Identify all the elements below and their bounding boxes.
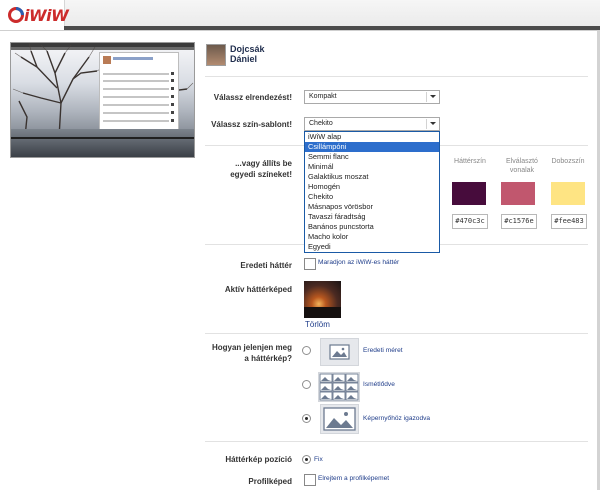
display-mode-fit-radio[interactable] — [302, 414, 311, 423]
theme-option[interactable]: Macho kolor — [305, 232, 439, 242]
delete-bg-link[interactable]: Törlöm — [305, 320, 330, 329]
theme-select-value: Chekito — [309, 120, 333, 127]
theme-select[interactable]: Chekito — [304, 117, 440, 131]
divider-color-input[interactable]: #c1576e — [501, 214, 537, 229]
color-column-label: Háttérszín — [454, 158, 486, 165]
fit-screen-icon[interactable] — [320, 404, 359, 434]
theme-option[interactable]: Egyedi — [305, 242, 439, 252]
layout-select-value: Kompakt — [309, 93, 337, 100]
active-bg-thumbnail — [304, 281, 341, 318]
active-bg-label: Aktív háttérképed — [224, 285, 292, 294]
background-color-swatch[interactable] — [452, 182, 486, 205]
background-color-input[interactable]: #470c3c — [452, 214, 488, 229]
bg-position-label: Háttérkép pozíció — [225, 455, 292, 464]
theme-preview-thumbnail — [10, 42, 195, 158]
tiled-repeat-icon[interactable] — [318, 372, 360, 402]
chevron-down-icon — [430, 95, 436, 98]
preview-water — [11, 129, 194, 157]
avatar[interactable] — [206, 44, 226, 66]
profile-pic-label: Profilképed — [248, 477, 292, 486]
chevron-down-icon — [430, 122, 436, 125]
original-size-icon[interactable] — [320, 338, 359, 366]
hide-profile-pic-label[interactable]: Elrejtem a profilképemet — [318, 474, 389, 483]
layout-label: Válassz elrendezést! — [213, 93, 292, 102]
box-color-swatch[interactable] — [551, 182, 585, 205]
theme-option-highlighted[interactable]: Csillámpóni — [305, 142, 439, 152]
bg-position-fix-label[interactable]: Fix — [314, 455, 323, 464]
top-bar-rule — [64, 26, 600, 30]
theme-option[interactable]: Minimál — [305, 162, 439, 172]
theme-option[interactable]: Tavaszi fáradtság — [305, 212, 439, 222]
hide-profile-pic-checkbox[interactable] — [304, 474, 316, 486]
box-color-input[interactable]: #fee483 — [551, 214, 587, 229]
divider-color-swatch[interactable] — [501, 182, 535, 205]
display-mode-fit-label[interactable]: Képernyőhöz igazodva — [363, 414, 430, 423]
theme-dropdown-list[interactable]: iWiW alap Csillámpóni Semmi flanc Minimá… — [304, 131, 440, 253]
iwiw-logo-icon — [8, 7, 24, 23]
logo-text: iWiW — [24, 6, 69, 25]
custom-colors-label: ...vagy állíts be egyedi színeket! — [230, 159, 292, 179]
display-mode-repeat-radio[interactable] — [302, 380, 311, 389]
preview-panel — [99, 52, 179, 132]
color-column-label: Elválasztó vonalak — [506, 158, 538, 174]
theme-option[interactable]: iWiW alap — [305, 132, 439, 142]
keep-iwiw-bg-checkbox[interactable] — [304, 258, 316, 270]
logo-tab[interactable]: iWiW — [0, 0, 69, 30]
display-mode-label: Hogyan jelenjen meg a háttérkép? — [211, 343, 292, 363]
theme-option[interactable]: Chekito — [305, 192, 439, 202]
theme-option[interactable]: Másnapos vörösbor — [305, 202, 439, 212]
original-bg-label: Eredeti háttér — [240, 261, 292, 270]
theme-option[interactable]: Banános puncstorta — [305, 222, 439, 232]
color-column-label: Dobozszín — [551, 158, 585, 165]
top-bar: iWiW — [0, 0, 600, 31]
theme-option[interactable]: Galaktikus moszat — [305, 172, 439, 182]
keep-iwiw-bg-label[interactable]: Maradjon az iWiW-es háttér — [318, 258, 399, 267]
user-name[interactable]: Dojcsák Dániel — [230, 44, 290, 64]
display-mode-original-radio[interactable] — [302, 346, 311, 355]
display-mode-repeat-label[interactable]: Ismétlődve — [363, 380, 395, 389]
divider — [205, 76, 588, 77]
layout-select[interactable]: Kompakt — [304, 90, 440, 104]
theme-label: Válassz szín-sablont! — [211, 120, 292, 129]
theme-option[interactable]: Homogén — [305, 182, 439, 192]
display-mode-original-label[interactable]: Eredeti méret — [363, 346, 403, 355]
divider — [205, 441, 588, 442]
bg-position-fix-radio[interactable] — [302, 455, 311, 464]
divider — [205, 333, 588, 334]
preview-rail — [11, 137, 194, 139]
theme-option[interactable]: Semmi flanc — [305, 152, 439, 162]
